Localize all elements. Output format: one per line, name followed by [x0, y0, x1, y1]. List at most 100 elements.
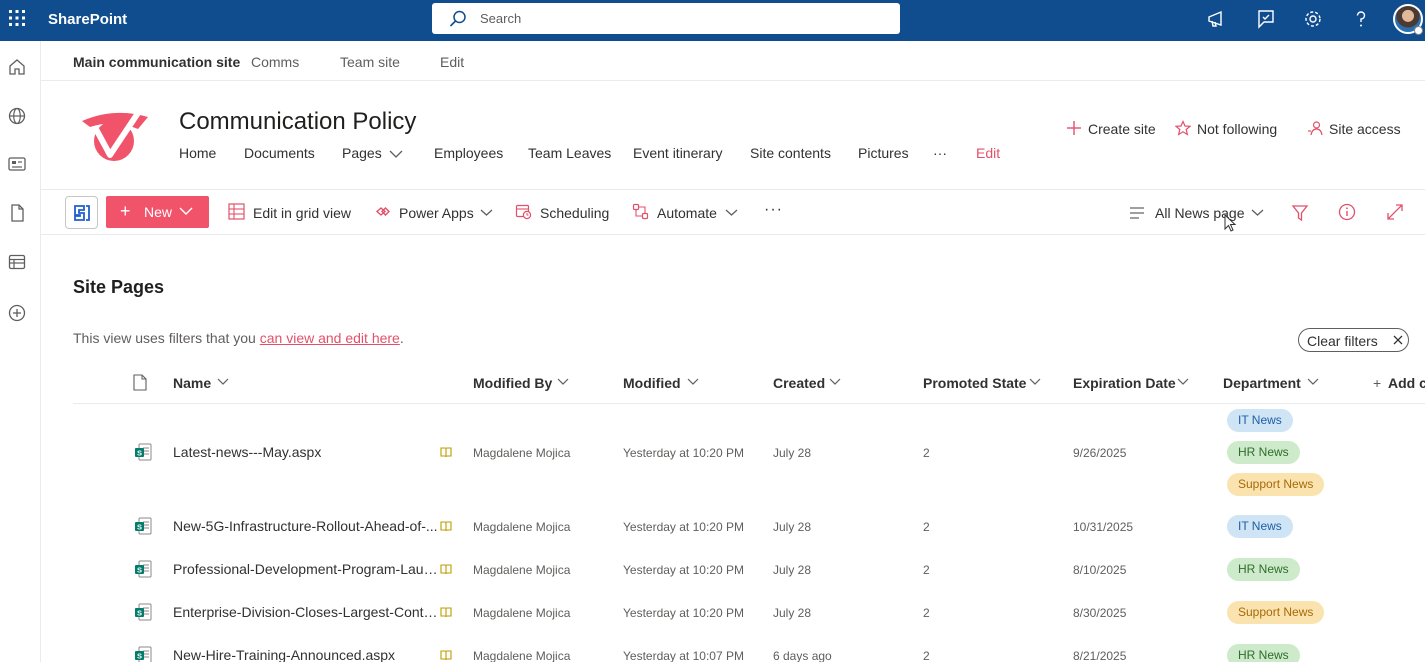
table-row[interactable]: S New-Hire-Training-Announced.aspx Magdale… — [73, 634, 1425, 662]
book-icon[interactable] — [440, 649, 452, 661]
news-icon[interactable] — [7, 154, 27, 174]
column-header-created[interactable]: Created — [773, 375, 845, 391]
nav-site-contents[interactable]: Site contents — [750, 145, 831, 161]
hub-home-link[interactable]: Main communication site — [73, 54, 240, 70]
power-apps-icon — [375, 207, 390, 216]
table-row[interactable]: S New-5G-Infrastructure-Rollout-Ahead-of-… — [73, 505, 1425, 548]
modified-cell: Yesterday at 10:20 PM — [623, 520, 744, 534]
modified-cell: Yesterday at 10:20 PM — [623, 606, 744, 620]
scheduling-button[interactable]: Scheduling — [515, 204, 611, 225]
search-box[interactable]: Search — [432, 3, 900, 34]
book-icon[interactable] — [440, 563, 452, 575]
modified-cell: Yesterday at 10:20 PM — [623, 446, 744, 460]
modified-by-cell[interactable]: Magdalene Mojica — [473, 563, 570, 577]
new-button[interactable]: + New — [106, 196, 209, 228]
column-header-modified-by[interactable]: Modified By — [473, 375, 573, 391]
people-icon — [1308, 121, 1323, 136]
create-icon[interactable] — [7, 303, 27, 323]
created-cell: 6 days ago — [773, 649, 832, 662]
column-header-promoted-state[interactable]: Promoted State — [923, 375, 1043, 391]
file-name-link[interactable]: Enterprise-Division-Closes-Largest-Contr… — [173, 604, 439, 620]
nav-pages[interactable]: Pages — [342, 145, 382, 161]
more-commands-button[interactable]: ··· — [764, 201, 783, 219]
site-logo[interactable] — [76, 107, 152, 163]
modified-by-cell[interactable]: Magdalene Mojica — [473, 606, 570, 620]
chevron-down-icon — [217, 378, 229, 385]
globe-icon[interactable] — [7, 106, 27, 126]
app-extension-button[interactable] — [65, 196, 98, 229]
nav-home[interactable]: Home — [179, 145, 216, 161]
column-header-department[interactable]: Department — [1223, 375, 1323, 391]
home-icon[interactable] — [7, 57, 27, 77]
modified-by-cell[interactable]: Magdalene Mojica — [473, 649, 570, 662]
filter-notice: This view uses filters that you can view… — [73, 330, 404, 346]
create-site-button[interactable]: Create site — [1066, 120, 1166, 140]
feedback-icon[interactable] — [1254, 8, 1276, 30]
chevron-down-icon — [725, 209, 738, 216]
department-tag[interactable]: IT News — [1227, 409, 1293, 432]
info-icon[interactable] — [1338, 203, 1356, 221]
file-name-link[interactable]: New-5G-Infrastructure-Rollout-Ahead-of-.… — [173, 518, 438, 534]
hub-link-comms[interactable]: Comms — [251, 54, 299, 70]
nav-edit[interactable]: Edit — [976, 145, 1000, 161]
chevron-down-icon[interactable] — [389, 149, 403, 159]
department-tag[interactable]: Support News — [1227, 601, 1325, 624]
table-row[interactable]: S Professional-Development-Program-Laun..… — [73, 548, 1425, 591]
hub-link-edit[interactable]: Edit — [440, 54, 464, 70]
list-icon[interactable] — [7, 252, 27, 272]
gear-icon[interactable] — [1302, 8, 1324, 30]
created-cell: July 28 — [773, 520, 812, 534]
file-type-icon[interactable] — [133, 374, 147, 391]
expiration-date-cell: 8/10/2025 — [1073, 563, 1127, 577]
department-tag[interactable]: HR News — [1227, 558, 1300, 581]
command-bar: + New Edit in grid view Power Apps Sched… — [41, 190, 1425, 235]
nav-pictures[interactable]: Pictures — [858, 145, 909, 161]
expand-icon[interactable] — [1386, 203, 1404, 221]
add-column-button[interactable]: + Add c — [1373, 375, 1425, 391]
edit-grid-view-button[interactable]: Edit in grid view — [228, 203, 358, 225]
nav-employees[interactable]: Employees — [434, 145, 503, 161]
search-input[interactable]: Search — [480, 11, 521, 26]
power-apps-button[interactable]: Power Apps — [375, 205, 495, 225]
book-icon[interactable] — [440, 606, 452, 618]
nav-more[interactable]: ··· — [933, 145, 947, 161]
nav-documents[interactable]: Documents — [244, 145, 315, 161]
department-tag[interactable]: Support News — [1227, 473, 1325, 496]
department-tag[interactable]: HR News — [1227, 441, 1300, 464]
modified-by-cell[interactable]: Magdalene Mojica — [473, 520, 570, 534]
filter-icon[interactable] — [1291, 204, 1309, 222]
column-header-modified[interactable]: Modified — [623, 375, 703, 391]
book-icon[interactable] — [440, 520, 452, 532]
filter-edit-link[interactable]: can view and edit here — [260, 330, 400, 346]
table-row[interactable]: S Enterprise-Division-Closes-Largest-Cont… — [73, 591, 1425, 634]
view-selector[interactable]: All News page — [1129, 205, 1269, 225]
chevron-down-icon — [179, 207, 193, 215]
hub-link-team-site[interactable]: Team site — [340, 54, 400, 70]
column-header-expiration-date[interactable]: Expiration Date — [1073, 375, 1193, 391]
department-tag[interactable]: HR News — [1227, 644, 1300, 662]
table-row[interactable]: S Latest-news---May.aspx Magdalene Mojica Y… — [73, 405, 1425, 501]
site-title[interactable]: Communication Policy — [179, 108, 416, 136]
nav-team-leaves[interactable]: Team Leaves — [528, 145, 611, 161]
megaphone-icon[interactable] — [1206, 8, 1228, 30]
book-icon[interactable] — [440, 446, 452, 458]
file-name-link[interactable]: Professional-Development-Program-Laun... — [173, 561, 439, 577]
app-name[interactable]: SharePoint — [48, 11, 127, 28]
waffle-icon[interactable] — [8, 9, 26, 27]
nav-event-itinerary[interactable]: Event itinerary — [633, 145, 722, 161]
chevron-down-icon — [1307, 378, 1319, 385]
file-name-link[interactable]: New-Hire-Training-Announced.aspx — [173, 647, 395, 662]
plus-icon — [1067, 121, 1081, 135]
created-cell: July 28 — [773, 606, 812, 620]
site-access-button[interactable]: Site access — [1307, 120, 1403, 140]
department-tag[interactable]: IT News — [1227, 515, 1293, 538]
help-icon[interactable] — [1350, 8, 1372, 30]
clear-filters-button[interactable]: Clear filters — [1298, 328, 1409, 352]
document-icon[interactable] — [7, 203, 27, 223]
svg-text:S: S — [137, 608, 142, 617]
file-name-link[interactable]: Latest-news---May.aspx — [173, 444, 321, 460]
follow-button[interactable]: Not following — [1175, 120, 1287, 140]
modified-by-cell[interactable]: Magdalene Mojica — [473, 446, 570, 460]
column-header-name[interactable]: Name — [173, 375, 233, 391]
automate-button[interactable]: Automate — [632, 203, 742, 225]
